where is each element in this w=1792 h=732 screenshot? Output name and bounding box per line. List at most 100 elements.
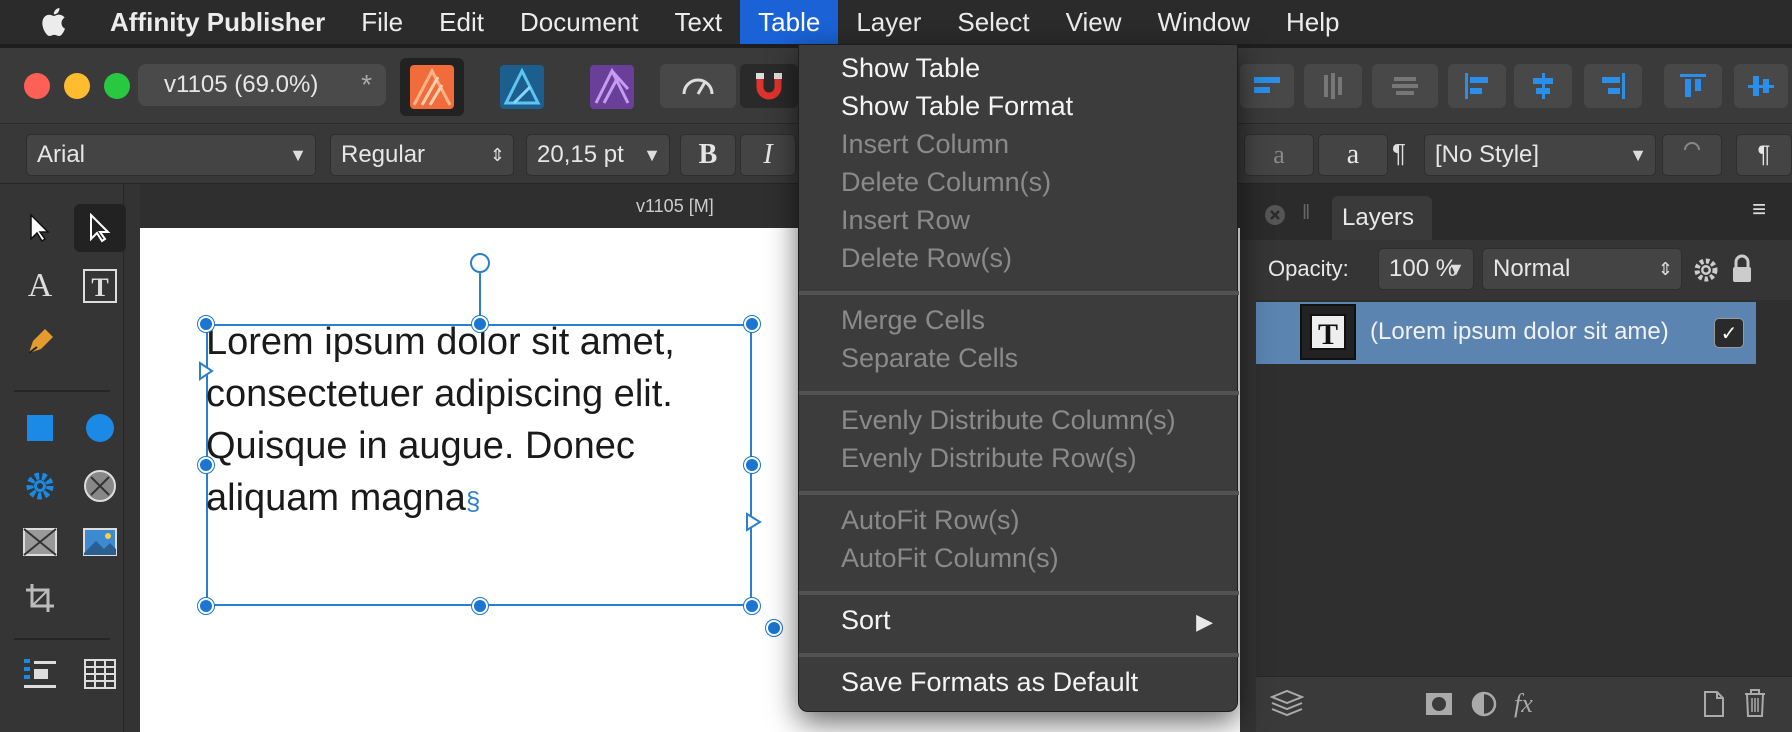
align-right-icon: [1602, 73, 1625, 99]
menu-item-show-table-format[interactable]: Show Table Format: [841, 91, 1073, 122]
document-tab[interactable]: v1105 (69.0%) *: [138, 64, 386, 106]
menu-table[interactable]: Table: [740, 0, 839, 44]
menu-text[interactable]: Text: [656, 0, 740, 44]
resize-handle-bottom-left[interactable]: [198, 598, 214, 614]
resize-handle-right[interactable]: [744, 457, 760, 473]
mask-layer-icon[interactable]: [1424, 691, 1454, 717]
menu-help[interactable]: Help: [1268, 0, 1357, 44]
menu-item-distribute-columns[interactable]: Evenly Distribute Column(s): [841, 405, 1176, 436]
bold-button[interactable]: B: [680, 134, 736, 176]
menu-item-delete-columns[interactable]: Delete Column(s): [841, 167, 1051, 198]
menu-item-show-table[interactable]: Show Table: [841, 53, 980, 84]
table-tool[interactable]: [74, 650, 126, 698]
layers-stack-icon[interactable]: [1270, 689, 1304, 719]
align-left-button[interactable]: [1448, 64, 1506, 108]
text-wrap-tool[interactable]: [14, 650, 66, 698]
blend-mode-select[interactable]: Normal ⇕: [1482, 248, 1682, 290]
menu-item-autofit-columns[interactable]: AutoFit Column(s): [841, 543, 1059, 574]
menu-item-insert-column[interactable]: Insert Column: [841, 129, 1009, 160]
layer-row-text-frame[interactable]: T (Lorem ipsum dolor sit ame) ✓: [1256, 302, 1756, 364]
frame-text-tool[interactable]: T: [74, 262, 126, 310]
menu-item-save-formats-default[interactable]: Save Formats as Default: [841, 667, 1138, 698]
menu-item-merge-cells[interactable]: Merge Cells: [841, 305, 985, 336]
font-size-field[interactable]: 20,15 pt ▼: [526, 134, 670, 176]
menu-item-sort[interactable]: Sort: [841, 605, 891, 636]
font-family-select[interactable]: Arial ▼: [26, 134, 316, 176]
menu-view[interactable]: View: [1048, 0, 1140, 44]
align-middle-button[interactable]: [1734, 64, 1788, 108]
resize-handle-bottom-right[interactable]: [744, 598, 760, 614]
resize-handle-top-left[interactable]: [198, 316, 214, 332]
layers-tab[interactable]: Layers: [1332, 196, 1432, 240]
paragraph-style-select[interactable]: [No Style] ▼: [1424, 134, 1656, 176]
menu-app-name[interactable]: Affinity Publisher: [96, 0, 343, 44]
distribute-vertical-button[interactable]: [1372, 64, 1438, 108]
menu-file[interactable]: File: [343, 0, 421, 44]
character-style-button[interactable]: a: [1318, 134, 1388, 176]
menu-layer[interactable]: Layer: [838, 0, 939, 44]
close-panel-icon[interactable]: [1264, 204, 1286, 226]
menu-item-insert-row[interactable]: Insert Row: [841, 205, 970, 236]
lock-icon[interactable]: [1730, 254, 1754, 284]
paragraph-style-off-button[interactable]: [1662, 134, 1722, 176]
minimize-window-button[interactable]: [64, 73, 90, 99]
rectangle-tool[interactable]: [14, 404, 66, 452]
crop-tool[interactable]: [14, 574, 66, 622]
snapping-button[interactable]: [740, 64, 798, 108]
font-family-value: Arial: [37, 141, 86, 168]
menu-document[interactable]: Document: [502, 0, 657, 44]
resize-handle-top[interactable]: [472, 316, 488, 332]
move-tool[interactable]: [14, 204, 66, 252]
picture-frame-ellipse-tool[interactable]: [74, 462, 126, 510]
align-center-button[interactable]: [1514, 64, 1572, 108]
menu-separator: [799, 591, 1239, 595]
fx-icon[interactable]: fx: [1514, 689, 1533, 719]
gear-icon[interactable]: [1692, 256, 1720, 284]
cog-shape-tool[interactable]: [14, 462, 66, 510]
menu-edit[interactable]: Edit: [421, 0, 502, 44]
menu-window[interactable]: Window: [1140, 0, 1268, 44]
node-tool[interactable]: [74, 204, 126, 252]
opacity-field[interactable]: 100 % ▼: [1378, 248, 1474, 290]
zoom-window-button[interactable]: [104, 73, 130, 99]
artistic-text-tool[interactable]: A: [14, 262, 66, 310]
menu-item-autofit-rows[interactable]: AutoFit Row(s): [841, 505, 1020, 536]
italic-button[interactable]: I: [740, 134, 796, 176]
ellipse-tool[interactable]: [74, 404, 126, 452]
designer-persona-button[interactable]: [490, 58, 554, 116]
trash-icon[interactable]: [1742, 687, 1768, 719]
lorem-ipsum-text[interactable]: Lorem ipsum dolor sit amet, consectetuer…: [206, 316, 766, 527]
layers-panel: Opacity: 100 % ▼ Normal ⇕ T (Lorem ipsum…: [1256, 240, 1792, 732]
menu-select[interactable]: Select: [939, 0, 1047, 44]
resize-handle-bottom[interactable]: [472, 598, 488, 614]
ellipse-frame-icon: [84, 470, 116, 502]
place-image-tool[interactable]: [74, 518, 126, 566]
publisher-persona-button[interactable]: [400, 58, 464, 116]
menu-item-separate-cells[interactable]: Separate Cells: [841, 343, 1018, 374]
picture-frame-rectangle-tool[interactable]: [14, 518, 66, 566]
menu-separator: [799, 491, 1239, 495]
font-style-select[interactable]: Regular ⇕: [330, 134, 514, 176]
new-page-icon[interactable]: [1702, 689, 1726, 719]
rotation-handle[interactable]: [766, 620, 782, 636]
align-top-button[interactable]: [1240, 64, 1294, 108]
resize-handle-top-right[interactable]: [744, 316, 760, 332]
preview-mode-button[interactable]: [660, 64, 736, 108]
menu-item-distribute-rows[interactable]: Evenly Distribute Row(s): [841, 443, 1137, 474]
paragraph-style-button[interactable]: ¶: [1736, 134, 1792, 176]
character-style-off-button[interactable]: a: [1244, 134, 1314, 176]
panel-menu-icon[interactable]: ≡: [1752, 196, 1766, 224]
align-left-icon: [1465, 73, 1488, 99]
pen-tool[interactable]: [14, 318, 66, 366]
distribute-horizontal-button[interactable]: [1304, 64, 1362, 108]
resize-handle-left[interactable]: [198, 457, 214, 473]
panel-grip-icon[interactable]: ‖: [1302, 202, 1310, 225]
adjustment-layer-icon[interactable]: [1470, 690, 1498, 718]
photo-persona-button[interactable]: [580, 58, 644, 116]
align-right-button[interactable]: [1584, 64, 1642, 108]
menu-item-delete-rows[interactable]: Delete Row(s): [841, 243, 1012, 274]
apple-icon[interactable]: [40, 7, 96, 37]
layer-visibility-checkbox[interactable]: ✓: [1714, 318, 1744, 348]
align-top-edge-button[interactable]: [1664, 64, 1722, 108]
close-window-button[interactable]: [24, 73, 50, 99]
